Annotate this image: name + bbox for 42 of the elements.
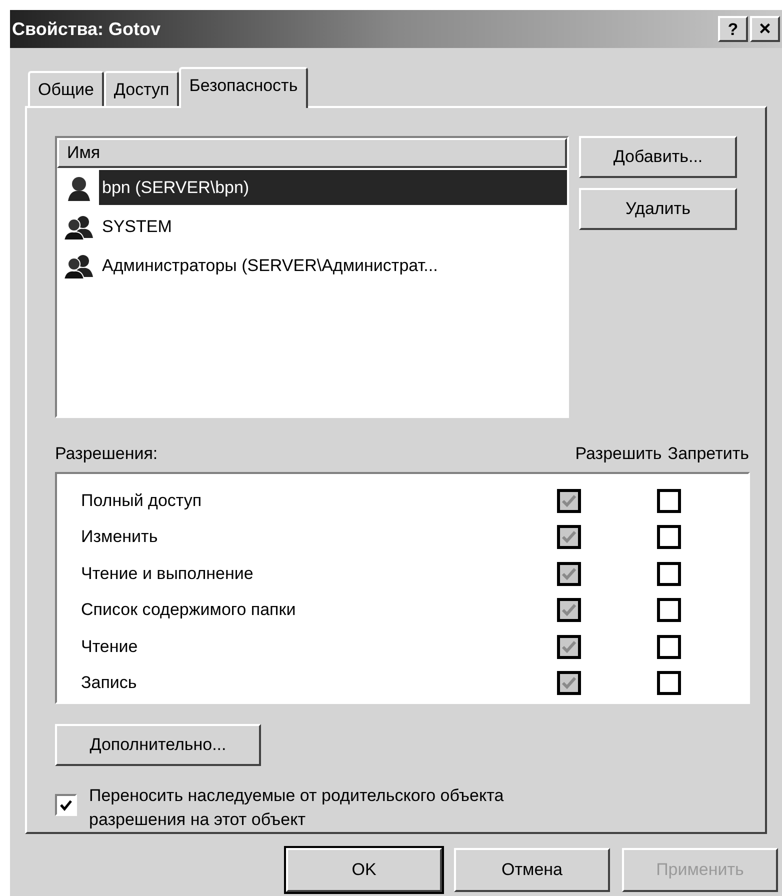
checkbox[interactable]: [657, 525, 681, 550]
dialog-button[interactable]: OK: [286, 848, 442, 892]
permission-name: Изменить: [80, 526, 159, 548]
permission-name: Чтение: [80, 636, 139, 658]
check-icon: [59, 798, 73, 812]
help-button[interactable]: ?: [718, 16, 748, 42]
checkbox[interactable]: [657, 598, 681, 622]
checkbox[interactable]: [657, 562, 681, 586]
user-list-item[interactable]: SYSTEM: [99, 208, 175, 244]
tab[interactable]: Безопасность: [179, 67, 308, 108]
check-icon: [561, 566, 577, 582]
permission-name: Запись: [80, 672, 138, 694]
check-icon: [561, 529, 577, 546]
check-icon: [561, 492, 577, 509]
permission-name: Список содержимого папки: [80, 599, 297, 622]
check-icon: [561, 675, 577, 692]
deny-column-header: Запретить: [668, 443, 749, 466]
checkbox[interactable]: [657, 488, 681, 513]
permission-name: Чтение и выполнение: [80, 562, 254, 585]
user-icon: [66, 174, 92, 200]
dialog-button[interactable]: Отмена: [454, 848, 610, 892]
column-header: Имя: [57, 138, 567, 168]
checkbox[interactable]: [657, 634, 681, 659]
check-icon: [561, 638, 577, 655]
check-icon: [561, 602, 577, 618]
checkbox[interactable]: [657, 671, 681, 696]
group-icon: [62, 252, 96, 278]
tab[interactable]: Общие: [28, 71, 104, 106]
permission-name: Полный доступ: [80, 490, 203, 512]
group-icon: [62, 214, 96, 240]
advanced-button[interactable]: Дополнительно...: [55, 724, 261, 766]
inherit-checkbox[interactable]: [55, 794, 77, 816]
list-action-button[interactable]: Добавить...: [579, 136, 737, 178]
tab[interactable]: Доступ: [104, 71, 180, 106]
close-button[interactable]: ×: [750, 16, 780, 42]
window-title: Свойства: Gotov: [12, 18, 161, 40]
user-list-item[interactable]: bpn (SERVER\bpn): [99, 170, 567, 206]
allow-column-header: Разрешить: [575, 443, 662, 466]
permissions-label: Разрешения:: [55, 443, 158, 466]
inherit-label: Переносить наследуемые от родительского объекта разрешения на этот объект: [89, 785, 505, 831]
user-list-item[interactable]: Администраторы (SERVER\Администрат...: [99, 248, 441, 284]
list-action-button[interactable]: Удалить: [579, 188, 737, 230]
